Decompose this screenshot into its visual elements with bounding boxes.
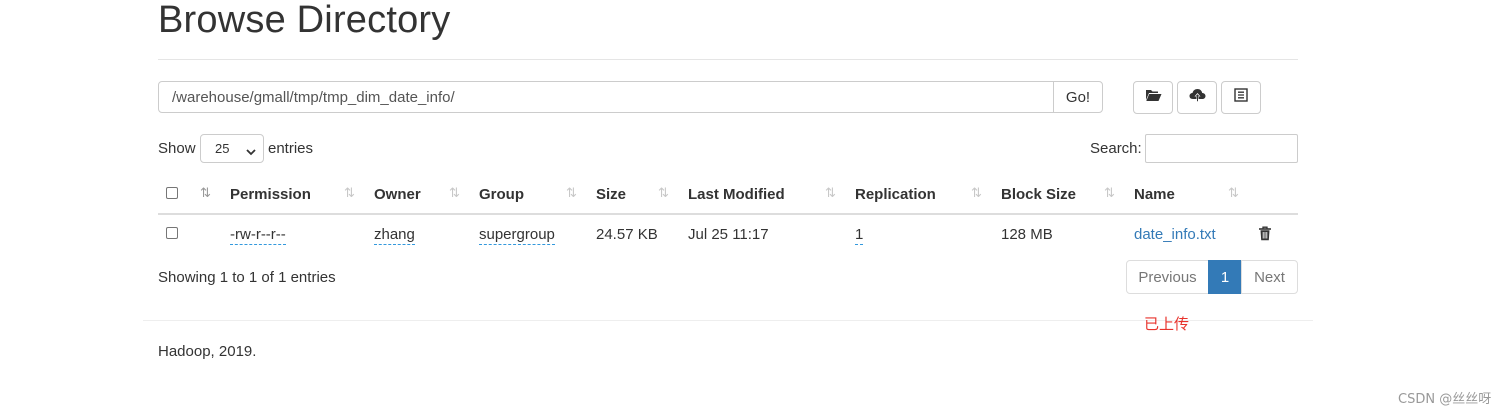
size-cell: 24.57 KB [596,226,658,243]
owner-cell[interactable]: zhang [374,226,415,245]
column-header-size[interactable]: Size [596,186,626,203]
upload-icon [1189,88,1206,108]
entries-label: entries [268,140,314,157]
search-label: Search: [1090,140,1142,157]
sort-icon[interactable]: ⇅ [200,185,211,201]
file-name-link[interactable]: date_info.txt [1134,226,1216,243]
row-checkbox[interactable] [166,227,178,239]
column-header-last-modified[interactable]: Last Modified [688,186,785,203]
chevron-down-icon [246,144,256,159]
folder-open-icon [1145,88,1162,107]
last-modified-cell: Jul 25 11:17 [688,226,769,243]
page-1-button[interactable]: 1 [1208,260,1242,294]
sort-icon[interactable]: ⇅ [566,185,577,201]
sort-icon[interactable]: ⇅ [1228,185,1239,201]
table-header-divider [158,213,1298,215]
sort-icon[interactable]: ⇅ [658,185,669,201]
go-button[interactable]: Go! [1053,81,1103,113]
path-input[interactable] [158,81,1054,113]
trash-icon[interactable] [1258,226,1272,246]
column-header-permission[interactable]: Permission [230,186,311,203]
create-directory-button[interactable] [1133,81,1173,114]
watermark: CSDN @丝丝呀 [1398,392,1492,407]
previous-page-button[interactable]: Previous [1126,260,1209,294]
sort-icon[interactable]: ⇅ [1104,185,1115,201]
select-all-checkbox[interactable] [166,187,178,199]
list-icon [1234,88,1248,107]
block-size-cell: 128 MB [1001,226,1053,243]
column-header-group[interactable]: Group [479,186,524,203]
column-header-name[interactable]: Name [1134,186,1175,203]
page-size-select[interactable]: 25 [200,134,264,163]
sort-icon[interactable]: ⇅ [449,185,460,201]
upload-button[interactable] [1177,81,1217,114]
pagination-summary: Showing 1 to 1 of 1 entries [158,269,336,286]
header-divider [158,59,1298,60]
permission-cell[interactable]: -rw-r--r-- [230,226,286,245]
column-header-owner[interactable]: Owner [374,186,421,203]
uploaded-annotation: 已上传 [1144,315,1190,333]
page-size-value: 25 [215,141,230,156]
sort-icon[interactable]: ⇅ [825,185,836,201]
sort-icon[interactable]: ⇅ [344,185,355,201]
footer-text: Hadoop, 2019. [158,343,257,360]
page-title: Browse Directory [158,0,451,41]
column-header-block-size[interactable]: Block Size [1001,186,1076,203]
list-view-button[interactable] [1221,81,1261,114]
sort-icon[interactable]: ⇅ [971,185,982,201]
footer-divider [143,320,1313,321]
replication-cell[interactable]: 1 [855,226,864,245]
next-page-button[interactable]: Next [1241,260,1298,294]
group-cell[interactable]: supergroup [479,226,555,245]
column-header-replication[interactable]: Replication [855,186,936,203]
show-label: Show [158,140,196,157]
search-input[interactable] [1145,134,1298,163]
